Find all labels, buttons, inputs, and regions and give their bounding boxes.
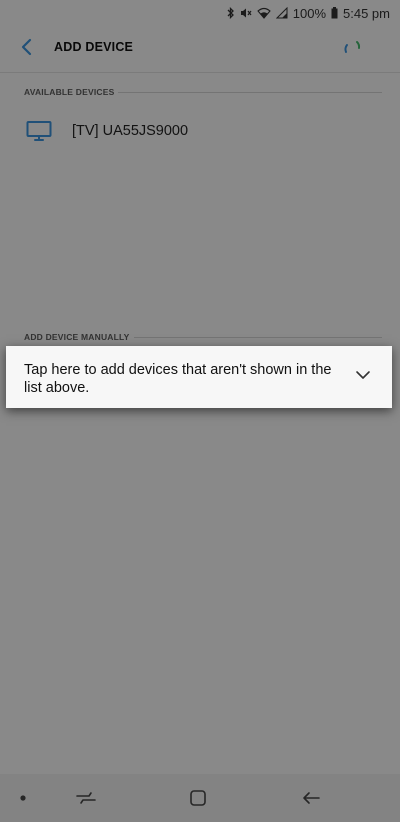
- chevron-down-icon[interactable]: [354, 366, 372, 384]
- tip-text: Tap here to add devices that aren't show…: [24, 362, 332, 396]
- add-device-manually-tip[interactable]: Tap here to add devices that aren't show…: [6, 346, 392, 408]
- dim-overlay[interactable]: [0, 0, 400, 822]
